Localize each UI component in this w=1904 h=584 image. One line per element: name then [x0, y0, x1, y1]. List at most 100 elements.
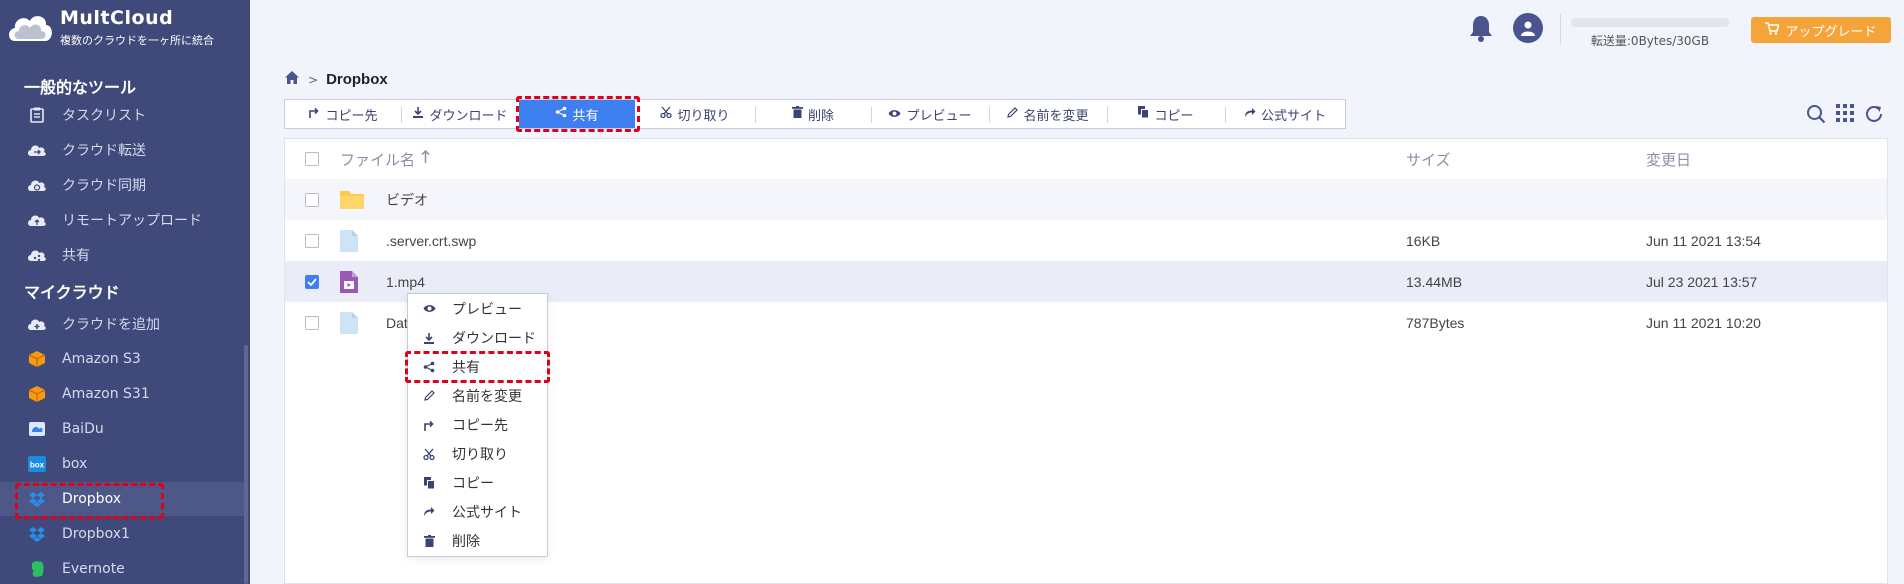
brand[interactable]: MultCloud 複数のクラウドを一ヶ所に統合 — [0, 0, 250, 54]
toolbar-label: ダウンロード — [429, 108, 508, 124]
row-checkbox[interactable] — [305, 233, 319, 248]
table-row[interactable]: ビデオ — [285, 179, 1887, 220]
context-menu-item-preview[interactable]: プレビュー — [408, 294, 547, 323]
context-menu: プレビュー ダウンロード 共有 名前を変更 コピー先 切り取り コピー 公式サイ… — [407, 293, 548, 557]
sidebar-item-task-list[interactable]: タスクリスト — [0, 98, 244, 132]
sidebar-item-evernote[interactable]: Evernote — [0, 552, 244, 584]
context-menu-label: 公式サイト — [452, 504, 522, 521]
brand-name: MultCloud — [60, 6, 174, 29]
context-menu-item-copy[interactable]: コピー — [408, 468, 547, 497]
column-date-header[interactable]: 変更日 — [1646, 149, 1691, 170]
file-name[interactable]: ビデオ — [386, 190, 428, 210]
copy-icon — [422, 476, 436, 489]
user-avatar-icon[interactable] — [1513, 13, 1543, 43]
context-menu-item-official-site[interactable]: 公式サイト — [408, 497, 547, 526]
toolbar-label: コピー先 — [325, 108, 378, 124]
video-file-icon — [339, 270, 359, 298]
file-name[interactable]: .server.crt.swp — [386, 233, 476, 249]
sidebar-item-share[interactable]: 共有 — [0, 238, 244, 272]
sidebar-item-box[interactable]: box box — [0, 447, 244, 481]
file-date: Jul 23 2021 13:57 — [1646, 273, 1758, 290]
sidebar-item-label: Amazon S31 — [62, 386, 150, 402]
toolbar-label: コピー — [1154, 108, 1194, 124]
sidebar-item-remote-upload[interactable]: リモートアップロード — [0, 203, 244, 237]
sidebar-item-add-cloud[interactable]: クラウドを追加 — [0, 307, 244, 341]
rename-icon — [1007, 106, 1019, 122]
home-icon[interactable] — [284, 70, 300, 89]
cut-icon — [422, 448, 436, 460]
delete-button[interactable]: 削除 — [755, 100, 871, 128]
context-menu-label: 名前を変更 — [452, 388, 522, 405]
row-checkbox[interactable] — [305, 315, 319, 330]
delete-icon — [422, 534, 436, 547]
brand-tagline: 複数のクラウドを一ヶ所に統合 — [60, 33, 214, 47]
task-list-icon — [24, 107, 50, 123]
official-site-button[interactable]: 公式サイト — [1225, 100, 1345, 128]
sidebar-item-label: Amazon S3 — [62, 351, 141, 367]
quota-text: 転送量:0Bytes/30GB — [1590, 34, 1710, 48]
breadcrumb-chevron-icon: > — [308, 72, 319, 87]
search-icon[interactable] — [1806, 104, 1826, 128]
sidebar-item-label: BaiDu — [62, 421, 104, 437]
file-name[interactable]: Dat — [386, 315, 408, 331]
context-menu-label: プレビュー — [452, 301, 522, 318]
download-button[interactable]: ダウンロード — [401, 100, 519, 128]
upgrade-button[interactable]: アップグレード — [1751, 17, 1891, 43]
select-all-checkbox[interactable] — [305, 152, 319, 166]
context-menu-item-delete[interactable]: 削除 — [408, 526, 547, 555]
cut-icon — [660, 106, 673, 122]
toolbar-label: プレビュー — [906, 108, 972, 124]
sidebar-item-label: Evernote — [62, 561, 125, 577]
amazon-s3-icon — [24, 350, 50, 368]
row-checkbox[interactable] — [305, 192, 319, 207]
sidebar-item-dropbox[interactable]: Dropbox — [0, 482, 244, 516]
context-menu-item-share[interactable]: 共有 — [408, 352, 547, 381]
add-cloud-icon — [24, 317, 50, 331]
file-icon — [339, 229, 359, 257]
breadcrumb-current[interactable]: Dropbox — [326, 71, 388, 88]
sidebar-item-label: box — [62, 456, 88, 472]
share-button[interactable]: 共有 — [519, 100, 635, 128]
rename-icon — [422, 390, 436, 401]
cut-button[interactable]: 切り取り — [635, 100, 755, 128]
file-date: Jun 11 2021 10:20 — [1646, 314, 1761, 331]
preview-icon — [422, 304, 436, 313]
dropbox-icon — [24, 491, 50, 507]
copy-to-button[interactable]: コピー先 — [285, 100, 401, 128]
rename-button[interactable]: 名前を変更 — [989, 100, 1107, 128]
delete-icon — [791, 106, 803, 122]
sidebar-scrollbar[interactable] — [244, 345, 248, 584]
file-name[interactable]: 1.mp4 — [386, 274, 425, 290]
preview-button[interactable]: プレビュー — [871, 100, 989, 128]
copy-to-icon — [422, 419, 436, 431]
share-icon — [555, 106, 567, 122]
official-site-icon — [1244, 107, 1256, 122]
context-menu-item-download[interactable]: ダウンロード — [408, 323, 547, 352]
row-checkbox-checked[interactable] — [305, 274, 319, 289]
sidebar-item-cloud-transfer[interactable]: クラウド転送 — [0, 133, 244, 167]
folder-icon — [339, 188, 365, 214]
sidebar-item-amazon-s3[interactable]: Amazon S3 — [0, 342, 244, 376]
context-menu-label: コピー先 — [452, 417, 508, 434]
official-site-icon — [422, 506, 436, 517]
sidebar-item-dropbox1[interactable]: Dropbox1 — [0, 517, 244, 551]
table-header: ファイル名 サイズ 変更日 — [285, 139, 1887, 179]
context-menu-item-copy-to[interactable]: コピー先 — [408, 410, 547, 439]
column-size-header[interactable]: サイズ — [1406, 149, 1451, 170]
refresh-icon[interactable] — [1864, 104, 1884, 128]
sidebar-item-label: Dropbox1 — [62, 526, 130, 542]
column-name-header[interactable]: ファイル名 — [340, 149, 430, 170]
upgrade-label: アップグレード — [1785, 24, 1877, 40]
multcloud-logo-icon — [0, 0, 60, 54]
sidebar-item-amazon-s31[interactable]: Amazon S31 — [0, 377, 244, 411]
context-menu-item-rename[interactable]: 名前を変更 — [408, 381, 547, 410]
toolbar-label: 公式サイト — [1260, 108, 1326, 124]
sidebar-item-baidu[interactable]: BaiDu — [0, 412, 244, 446]
table-row[interactable]: .server.crt.swp 16KB Jun 11 2021 13:54 — [285, 220, 1887, 261]
context-menu-item-cut[interactable]: 切り取り — [408, 439, 547, 468]
bell-icon[interactable] — [1468, 14, 1494, 46]
cloud-sync-icon — [24, 178, 50, 192]
grid-view-icon[interactable] — [1836, 104, 1854, 126]
sidebar-item-cloud-sync[interactable]: クラウド同期 — [0, 168, 244, 202]
copy-button[interactable]: コピー — [1107, 100, 1225, 128]
